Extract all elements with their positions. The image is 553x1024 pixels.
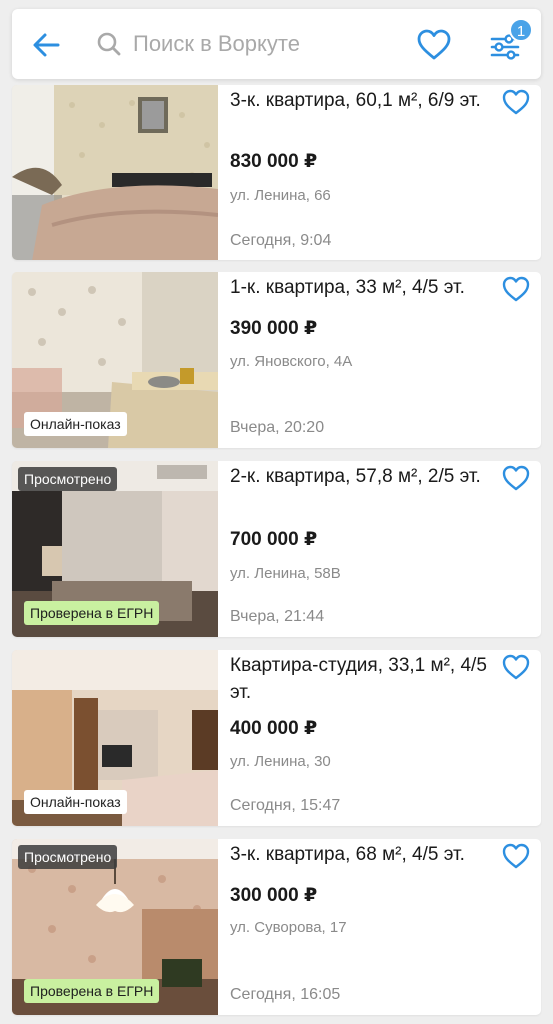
favorites-button[interactable] [416,27,452,63]
listing-card[interactable]: Онлайн-показ Квартира-студия, 33,1 м², 4… [12,650,541,826]
listing-card[interactable]: 3-к. квартира, 60,1 м², 6/9 эт. 830 000 … [12,85,541,260]
egrn-verified-badge: Проверена в ЕГРН [24,979,160,1003]
listing-info: 3-к. квартира, 60,1 м², 6/9 эт. 830 000 … [230,85,541,260]
listing-address: ул. Ленина, 66 [230,187,331,204]
listing-photo: Онлайн-показ [12,272,218,448]
online-showing-badge: Онлайн-показ [24,790,127,814]
viewed-badge: Просмотрено [18,467,118,491]
listing-card[interactable]: Просмотрено Проверена в ЕГРН 2-к. кварти… [12,461,541,637]
listing-date: Сегодня, 16:05 [230,986,341,1003]
listing-address: ул. Ленина, 58В [230,565,341,582]
viewed-badge: Просмотрено [18,845,118,869]
listing-date: Сегодня, 9:04 [230,232,332,249]
search-placeholder: Поиск в Воркуте [133,31,300,56]
filter-count-badge: 1 [509,18,533,42]
listing-info: 2-к. квартира, 57,8 м², 2/5 эт. 700 000 … [230,461,541,637]
listing-photo: Просмотрено Проверена в ЕГРН [12,461,218,637]
listing-photo [12,85,218,260]
favorite-heart-icon[interactable] [501,842,531,870]
listing-card[interactable]: Просмотрено Проверена в ЕГРН 3-к. кварти… [12,839,541,1015]
favorite-heart-icon[interactable] [501,653,531,681]
listing-date: Вчера, 21:44 [230,608,325,625]
listing-date: Сегодня, 15:47 [230,797,341,814]
listing-info: 3-к. квартира, 68 м², 4/5 эт. 300 000 ₽ … [230,839,541,1015]
search-header: Поиск в Воркуте 1 [12,9,541,79]
listing-price: 400 000 ₽ [230,718,318,739]
favorite-heart-icon[interactable] [501,275,531,303]
back-button[interactable] [30,29,62,61]
listing-price: 390 000 ₽ [230,318,318,339]
listing-title[interactable]: 1-к. квартира, 33 м², 4/5 эт. [230,274,492,301]
listing-title[interactable]: 2-к. квартира, 57,8 м², 2/5 эт. [230,463,492,490]
back-arrow-icon [33,33,60,57]
listing-address: ул. Яновского, 4А [230,353,353,370]
favorite-heart-icon[interactable] [501,464,531,492]
listing-address: ул. Ленина, 30 [230,753,331,770]
listing-price: 300 000 ₽ [230,885,318,906]
listing-price: 700 000 ₽ [230,529,318,550]
listing-card[interactable]: Онлайн-показ 1-к. квартира, 33 м², 4/5 э… [12,272,541,448]
favorite-heart-icon[interactable] [501,88,531,116]
search-icon [97,32,121,56]
listing-photo: Просмотрено Проверена в ЕГРН [12,839,218,1015]
egrn-verified-badge: Проверена в ЕГРН [24,601,160,625]
listing-title[interactable]: 3-к. квартира, 68 м², 4/5 эт. [230,841,492,868]
listing-date: Вчера, 20:20 [230,419,325,436]
listing-title[interactable]: Квартира-студия, 33,1 м², 4/5 эт. [230,652,492,706]
listing-address: ул. Суворова, 17 [230,919,347,936]
listing-info: Квартира-студия, 33,1 м², 4/5 эт. 400 00… [230,650,541,826]
heart-icon [417,29,451,60]
listing-info: 1-к. квартира, 33 м², 4/5 эт. 390 000 ₽ … [230,272,541,448]
online-showing-badge: Онлайн-показ [24,412,127,436]
search-input[interactable]: Поиск в Воркуте [96,23,396,65]
listing-price: 830 000 ₽ [230,151,318,172]
listing-title[interactable]: 3-к. квартира, 60,1 м², 6/9 эт. [230,87,492,114]
listing-photo: Онлайн-показ [12,650,218,826]
